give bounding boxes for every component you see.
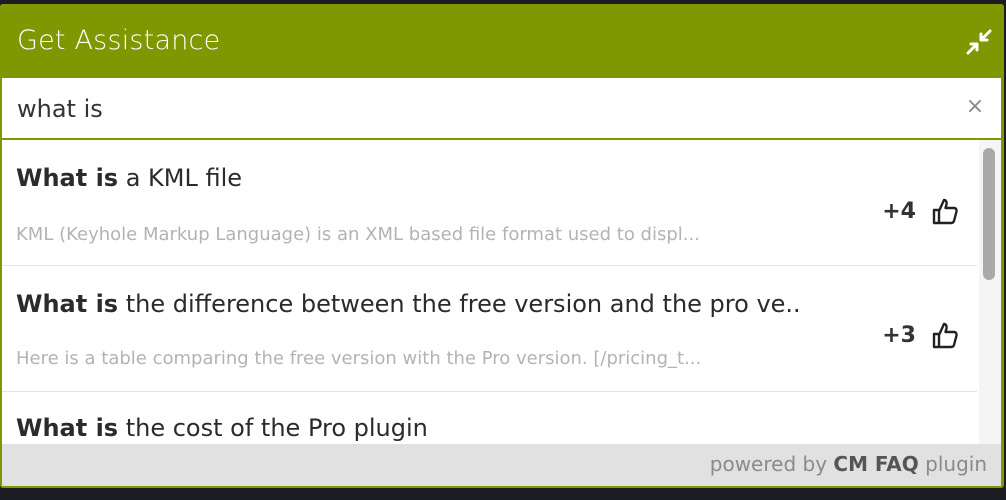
result-question-rest: a KML file [118,164,243,192]
vote-group: +3 [882,320,960,350]
clear-search-button[interactable]: × [963,95,987,119]
result-question: What is the cost of the Pro plugin [16,414,428,442]
widget-header: Get Assistance [0,4,1004,78]
powered-by-prefix: powered by [709,452,834,476]
minimize-button[interactable] [964,27,994,57]
result-highlight: What is [16,164,119,192]
assistance-widget: Get Assistance × What is a KML file KML … [0,4,1004,488]
vote-count: +4 [882,198,916,224]
vote-group: +4 [882,196,960,226]
powered-by-suffix: plugin [918,452,987,476]
result-item[interactable]: What is the difference between the free … [2,266,977,392]
result-excerpt: KML (Keyhole Markup Language) is an XML … [16,224,700,245]
thumbs-up-icon[interactable] [930,320,960,350]
results-scrollbar[interactable] [979,140,1001,444]
result-question-rest: the cost of the Pro plugin [118,414,428,442]
powered-by-text: powered by CM FAQ plugin [710,452,987,476]
result-highlight: What is [16,414,119,442]
result-question: What is the difference between the free … [16,290,801,318]
result-item[interactable]: What is a KML file KML (Keyhole Markup L… [2,140,977,266]
result-item[interactable]: What is the cost of the Pro plugin [2,392,977,444]
widget-title: Get Assistance [17,25,221,56]
search-bar: × [2,78,1001,138]
result-question: What is a KML file [16,164,242,192]
vote-count: +3 [882,322,916,348]
collapse-arrows-icon [966,29,992,55]
search-input[interactable] [17,92,917,126]
powered-by-brand[interactable]: CM FAQ [833,452,918,476]
result-question-rest: the difference between the free version … [118,290,801,318]
result-excerpt: Here is a table comparing the free versi… [16,348,702,369]
thumbs-up-icon[interactable] [930,196,960,226]
scrollbar-thumb[interactable] [983,148,995,280]
result-highlight: What is [16,290,119,318]
widget-footer: powered by CM FAQ plugin [2,444,1001,486]
results-list: What is a KML file KML (Keyhole Markup L… [2,140,1001,444]
